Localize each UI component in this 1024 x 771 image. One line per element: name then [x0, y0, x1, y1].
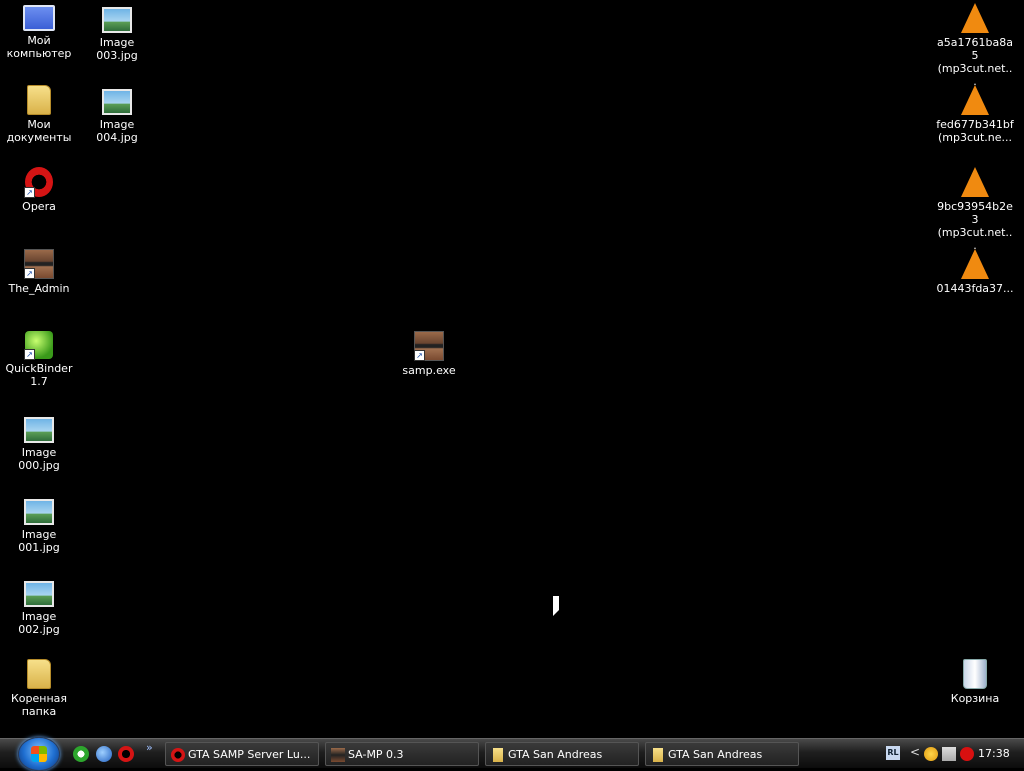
taskbar-button-gta-folder-1[interactable]: GTA San Andreas [485, 742, 639, 766]
icon-label: fed677b341bf (mp3cut.ne... [936, 118, 1014, 144]
vlc-cone-icon [961, 3, 989, 33]
quickbinder-icon: ↗ [24, 331, 53, 360]
icon-label: Корзина [950, 692, 1000, 705]
desktop-icon-the-admin[interactable]: ↗ The_Admin [0, 249, 78, 295]
desktop-icon-vlc-1[interactable]: a5a1761ba8a5 (mp3cut.net... [936, 3, 1014, 88]
quicklaunch-more-chevron[interactable]: » [146, 741, 153, 754]
desktop-icon-image-002[interactable]: Image 002.jpg [0, 577, 78, 636]
quicklaunch-ie-icon[interactable] [96, 746, 112, 762]
shortcut-arrow-icon: ↗ [24, 268, 35, 279]
start-button[interactable] [18, 737, 60, 771]
recycle-bin-icon [963, 659, 987, 689]
tray-stop-icon[interactable] [960, 747, 974, 761]
image-file-icon [102, 89, 132, 115]
desktop-icon-opera[interactable]: ↗ Opera [0, 167, 78, 213]
desktop-icon-root-folder[interactable]: Коренная папка [0, 659, 78, 718]
icon-label: QuickBinder 1.7 [5, 362, 73, 388]
icon-label: Мой компьютер [6, 34, 72, 60]
icon-label: Мои документы [6, 118, 72, 144]
quicklaunch-utorrent-icon[interactable] [73, 746, 89, 762]
desktop-icon-vlc-3[interactable]: 9bc93954b2e3 (mp3cut.net... [936, 167, 1014, 252]
vlc-cone-icon [961, 249, 989, 279]
icon-label: Image 003.jpg [96, 36, 138, 62]
tray-expand-chevron[interactable]: < [910, 745, 924, 759]
task-label: GTA San Andreas [668, 748, 763, 761]
taskbar: » GTA SAMP Server Lu... SA-MP 0.3 GTA Sa… [0, 737, 1024, 771]
samp-icon [331, 748, 345, 762]
desktop-icon-samp[interactable]: ↗ samp.exe [390, 331, 468, 377]
icon-label: Opera [22, 200, 56, 213]
desktop-icon-image-003[interactable]: Image 003.jpg [78, 3, 156, 62]
icon-label: Image 002.jpg [18, 610, 60, 636]
mouse-cursor-icon [553, 596, 559, 616]
image-file-icon [102, 7, 132, 33]
image-file-icon [24, 581, 54, 607]
computer-icon [23, 5, 55, 31]
documents-folder-icon [27, 85, 51, 115]
desktop-icon-quickbinder[interactable]: ↗ QuickBinder 1.7 [0, 331, 78, 388]
shortcut-arrow-icon: ↗ [24, 187, 35, 198]
opera-icon [171, 748, 185, 762]
desktop-icon-image-000[interactable]: Image 000.jpg [0, 413, 78, 472]
desktop-icon-image-004[interactable]: Image 004.jpg [78, 85, 156, 144]
system-tray: RL < 17:38 [880, 739, 1024, 769]
taskbar-button-opera[interactable]: GTA SAMP Server Lu... [165, 742, 319, 766]
image-file-icon [24, 417, 54, 443]
image-file-icon [24, 499, 54, 525]
desktop-icon-my-computer[interactable]: Мой компьютер [0, 3, 78, 60]
desktop: Мой компьютер Мои документы ↗ Opera ↗ Th… [0, 0, 1024, 738]
desktop-icon-vlc-2[interactable]: fed677b341bf (mp3cut.ne... [936, 85, 1014, 144]
taskbar-button-gta-folder-2[interactable]: GTA San Andreas [645, 742, 799, 766]
desktop-icon-recycle-bin[interactable]: Корзина [936, 659, 1014, 705]
desktop-icon-my-documents[interactable]: Мои документы [0, 85, 78, 144]
folder-icon [493, 748, 503, 762]
tray-smiley-icon[interactable] [924, 747, 938, 761]
vlc-cone-icon [961, 85, 989, 115]
task-label: SA-MP 0.3 [348, 748, 404, 761]
clock[interactable]: 17:38 [978, 739, 1010, 769]
icon-label: The_Admin [8, 282, 70, 295]
icon-label: a5a1761ba8a5 (mp3cut.net... [937, 36, 1013, 88]
shortcut-arrow-icon: ↗ [24, 349, 35, 360]
icon-label: Image 004.jpg [96, 118, 138, 144]
icon-label: Image 001.jpg [18, 528, 60, 554]
taskbar-button-samp[interactable]: SA-MP 0.3 [325, 742, 479, 766]
icon-label: Image 000.jpg [18, 446, 60, 472]
shortcut-arrow-icon: ↗ [414, 350, 425, 361]
opera-icon: ↗ [24, 167, 53, 198]
language-indicator[interactable]: RL [886, 746, 900, 760]
samp-face-icon: ↗ [414, 331, 444, 361]
icon-label: 9bc93954b2e3 (mp3cut.net... [937, 200, 1013, 252]
samp-face-icon: ↗ [24, 249, 54, 279]
task-label: GTA SAMP Server Lu... [188, 748, 311, 761]
folder-icon [653, 748, 663, 762]
windows-logo-icon [31, 746, 47, 762]
desktop-icon-image-001[interactable]: Image 001.jpg [0, 495, 78, 554]
vlc-cone-icon [961, 167, 989, 197]
quicklaunch-opera-icon[interactable] [118, 746, 134, 762]
tray-network-icon[interactable] [942, 747, 956, 761]
task-label: GTA San Andreas [508, 748, 603, 761]
icon-label: samp.exe [402, 364, 456, 377]
desktop-icon-vlc-4[interactable]: 01443fda37... [936, 249, 1014, 295]
icon-label: 01443fda37... [936, 282, 1014, 295]
icon-label: Коренная папка [10, 692, 68, 718]
folder-icon [27, 659, 51, 689]
